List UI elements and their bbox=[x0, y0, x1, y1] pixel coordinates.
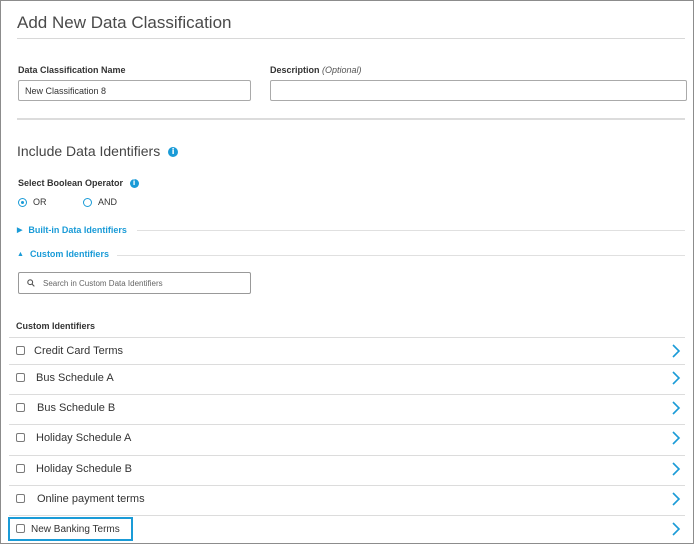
custom-list-heading: Custom Identifiers bbox=[16, 321, 96, 331]
description-label: Description (Optional) bbox=[270, 65, 362, 75]
radio-or-button[interactable] bbox=[18, 197, 27, 207]
description-label-text: Description bbox=[270, 65, 320, 75]
section-title: Include Data Identifiers i bbox=[17, 143, 179, 159]
title-divider bbox=[17, 38, 685, 39]
list-item[interactable]: Holiday Schedule B bbox=[9, 455, 685, 485]
boolean-operator-label-text: Select Boolean Operator bbox=[18, 178, 124, 188]
chevron-right-icon[interactable] bbox=[671, 343, 681, 359]
radio-and[interactable]: AND bbox=[83, 197, 117, 207]
custom-identifiers-search[interactable]: Search in Custom Data Identifiers bbox=[18, 272, 251, 294]
item-checkbox[interactable] bbox=[16, 373, 25, 382]
item-label: Credit Card Terms bbox=[34, 345, 124, 357]
chevron-right-icon[interactable] bbox=[671, 430, 681, 446]
custom-identifiers-toggle[interactable]: ▲ Custom Identifiers bbox=[17, 249, 109, 259]
triangle-up-icon: ▲ bbox=[17, 250, 24, 258]
chevron-right-icon[interactable] bbox=[671, 370, 681, 386]
item-label: Holiday Schedule B bbox=[36, 463, 133, 475]
info-icon[interactable]: i bbox=[168, 147, 179, 158]
item-label: Bus Schedule B bbox=[37, 402, 116, 414]
triangle-right-icon: ▶ bbox=[17, 227, 23, 234]
search-icon bbox=[27, 279, 35, 287]
chevron-right-icon[interactable] bbox=[671, 461, 681, 477]
form-divider bbox=[17, 118, 685, 120]
info-icon[interactable]: i bbox=[129, 179, 139, 189]
search-placeholder: Search in Custom Data Identifiers bbox=[43, 278, 163, 288]
list-item[interactable]: Holiday Schedule A bbox=[9, 424, 685, 454]
radio-or[interactable]: OR bbox=[18, 197, 47, 207]
builtin-divider bbox=[137, 230, 685, 231]
section-title-text: Include Data Identifiers bbox=[17, 143, 161, 159]
list-item[interactable]: Credit Card Terms bbox=[9, 337, 685, 367]
chevron-right-icon[interactable] bbox=[671, 521, 681, 537]
item-checkbox[interactable] bbox=[16, 433, 25, 442]
add-data-classification-panel: Add New Data Classification Data Classif… bbox=[0, 0, 694, 544]
page-title: Add New Data Classification bbox=[17, 13, 232, 32]
classification-name-input[interactable] bbox=[18, 80, 251, 101]
list-item[interactable]: Online payment terms bbox=[9, 485, 685, 515]
item-checkbox[interactable] bbox=[16, 403, 25, 412]
boolean-operator-label: Select Boolean Operator i bbox=[18, 178, 139, 189]
chevron-right-icon[interactable] bbox=[671, 491, 681, 507]
builtin-identifiers-label: Built-in Data Identifiers bbox=[28, 225, 127, 235]
radio-or-label: OR bbox=[33, 197, 47, 207]
item-checkbox[interactable] bbox=[16, 494, 25, 503]
chevron-right-icon[interactable] bbox=[671, 400, 681, 416]
list-item[interactable]: Bus Schedule B bbox=[9, 394, 685, 424]
item-checkbox[interactable] bbox=[16, 346, 25, 355]
item-checkbox[interactable] bbox=[16, 464, 25, 473]
custom-identifiers-label: Custom Identifiers bbox=[29, 249, 109, 259]
radio-and-label: AND bbox=[98, 197, 118, 207]
builtin-identifiers-toggle[interactable]: ▶ Built-in Data Identifiers bbox=[17, 225, 127, 235]
radio-and-button[interactable] bbox=[83, 197, 92, 207]
optional-hint: (Optional) bbox=[322, 65, 362, 75]
classification-name-label: Data Classification Name bbox=[18, 65, 126, 75]
custom-divider bbox=[117, 255, 685, 256]
description-input[interactable] bbox=[270, 80, 687, 101]
selection-highlight bbox=[8, 517, 133, 541]
item-label: Online payment terms bbox=[37, 493, 145, 505]
item-label: Holiday Schedule A bbox=[36, 432, 132, 444]
classification-name-label-text: Data Classification Name bbox=[18, 65, 126, 75]
list-item[interactable]: Bus Schedule A bbox=[9, 364, 685, 394]
item-label: Bus Schedule A bbox=[36, 372, 114, 384]
